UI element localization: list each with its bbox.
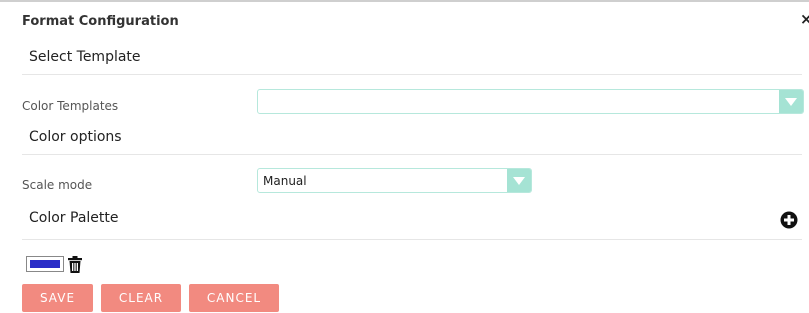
chevron-down-icon xyxy=(507,169,531,192)
close-icon[interactable]: × xyxy=(800,12,809,27)
color-templates-label: Color Templates xyxy=(22,99,119,113)
section-divider xyxy=(22,74,802,75)
cancel-button[interactable]: CANCEL xyxy=(189,284,279,312)
color-swatch[interactable] xyxy=(26,256,64,272)
section-divider xyxy=(22,154,802,155)
section-divider xyxy=(22,239,802,240)
scale-mode-label: Scale mode xyxy=(22,178,93,192)
format-configuration-dialog: Format Configuration × Select Template C… xyxy=(0,0,809,313)
clear-button[interactable]: CLEAR xyxy=(101,284,181,312)
plus-circle-icon[interactable] xyxy=(780,211,798,229)
dialog-title: Format Configuration xyxy=(22,14,179,29)
color-swatch-fill xyxy=(30,260,60,268)
section-select-template: Select Template xyxy=(29,49,141,65)
scale-mode-value: Manual xyxy=(263,174,307,188)
scale-mode-select[interactable]: Manual xyxy=(257,168,532,193)
section-color-options: Color options xyxy=(29,129,122,145)
color-templates-select[interactable] xyxy=(257,89,804,114)
section-color-palette: Color Palette xyxy=(29,210,119,226)
chevron-down-icon xyxy=(779,90,803,113)
trash-icon[interactable] xyxy=(68,256,82,273)
top-divider xyxy=(0,0,809,2)
save-button[interactable]: SAVE xyxy=(22,284,93,312)
